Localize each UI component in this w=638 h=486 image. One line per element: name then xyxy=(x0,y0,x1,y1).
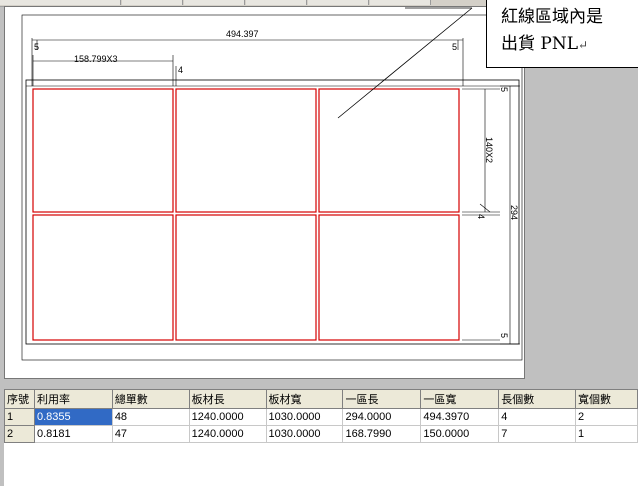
table-cell[interactable]: 0.8355 xyxy=(33,408,113,426)
results-grid: 序號 利用率 總單數 板材長 板材寬 一區長 一區寬 長個數 寬個數 1 0.8… xyxy=(4,389,638,486)
column-header[interactable]: 總單數 xyxy=(111,389,190,409)
annotation-line2-text: 出貨 PNL xyxy=(501,34,579,54)
newline-mark: ↵ xyxy=(578,38,589,52)
unit-cell xyxy=(175,88,317,213)
table-cell[interactable]: 2 xyxy=(575,408,638,426)
annotation-note: 紅線區域內是 出貨 PNL↵ xyxy=(486,0,638,68)
dim-margin-bottom-label: 5 xyxy=(499,333,509,338)
column-header[interactable]: 一區長 xyxy=(342,389,422,409)
column-header[interactable]: 長個數 xyxy=(498,389,577,409)
results-table: 序號 利用率 總單數 板材長 板材寬 一區長 一區寬 長個數 寬個數 1 0.8… xyxy=(4,389,638,443)
annotation-leader xyxy=(337,7,473,119)
table-cell[interactable]: 7 xyxy=(498,425,577,443)
annotation-line2: 出貨 PNL↵ xyxy=(501,31,638,59)
column-header[interactable]: 一區寬 xyxy=(420,389,500,409)
unit-cell xyxy=(175,214,317,341)
table-cell[interactable]: 168.7990 xyxy=(342,425,422,443)
row-number[interactable]: 1 xyxy=(4,408,35,426)
dim-margin-right-label: 5 xyxy=(452,42,457,52)
table-cell[interactable]: 1240.0000 xyxy=(188,408,267,426)
column-header[interactable]: 板材長 xyxy=(188,389,267,409)
table-cell[interactable]: 294.0000 xyxy=(342,408,422,426)
column-header[interactable]: 序號 xyxy=(4,389,35,409)
unit-cells xyxy=(32,88,460,341)
dim-panel-height-label: 294 xyxy=(509,205,519,220)
column-header[interactable]: 寬個數 xyxy=(575,389,638,409)
table-cell[interactable]: 47 xyxy=(111,425,190,443)
table-row[interactable]: 1 0.8355 48 1240.0000 1030.0000 294.0000… xyxy=(4,408,638,426)
dim-unit-height-label: 140X2 xyxy=(484,137,494,163)
annotation-line1: 紅線區域內是 xyxy=(501,7,603,27)
row-number[interactable]: 2 xyxy=(4,425,35,443)
dim-unit-width-label: 158.799X3 xyxy=(74,54,118,64)
table-header: 序號 利用率 總單數 板材長 板材寬 一區長 一區寬 長個數 寬個數 xyxy=(4,389,638,409)
table-cell[interactable]: 1 xyxy=(575,425,638,443)
table-cell[interactable]: 494.3970 xyxy=(420,408,500,426)
dim-gap-label: 4 xyxy=(178,65,183,75)
column-header[interactable]: 板材寬 xyxy=(265,389,344,409)
dim-panel-width-label: 494.397 xyxy=(226,29,259,39)
table-cell[interactable]: 1240.0000 xyxy=(188,425,267,443)
table-cell[interactable]: 48 xyxy=(111,408,190,426)
dim-gap-vertical-label: 4 xyxy=(476,214,486,219)
table-cell[interactable]: 1030.0000 xyxy=(265,425,344,443)
dim-margin-left-label: 5 xyxy=(34,42,39,52)
dim-margin-top-label: 5 xyxy=(499,87,509,92)
unit-cell xyxy=(32,214,174,341)
table-row[interactable]: 2 0.8181 47 1240.0000 1030.0000 168.7990… xyxy=(4,425,638,443)
unit-cell xyxy=(318,214,460,341)
table-cell[interactable]: 150.0000 xyxy=(420,425,500,443)
table-cell[interactable]: 4 xyxy=(498,408,577,426)
table-cell[interactable]: 1030.0000 xyxy=(265,408,344,426)
column-header[interactable]: 利用率 xyxy=(33,389,113,409)
unit-cell xyxy=(32,88,174,213)
table-cell[interactable]: 0.8181 xyxy=(33,425,113,443)
unit-cell xyxy=(318,88,460,213)
paper-border xyxy=(21,14,523,361)
